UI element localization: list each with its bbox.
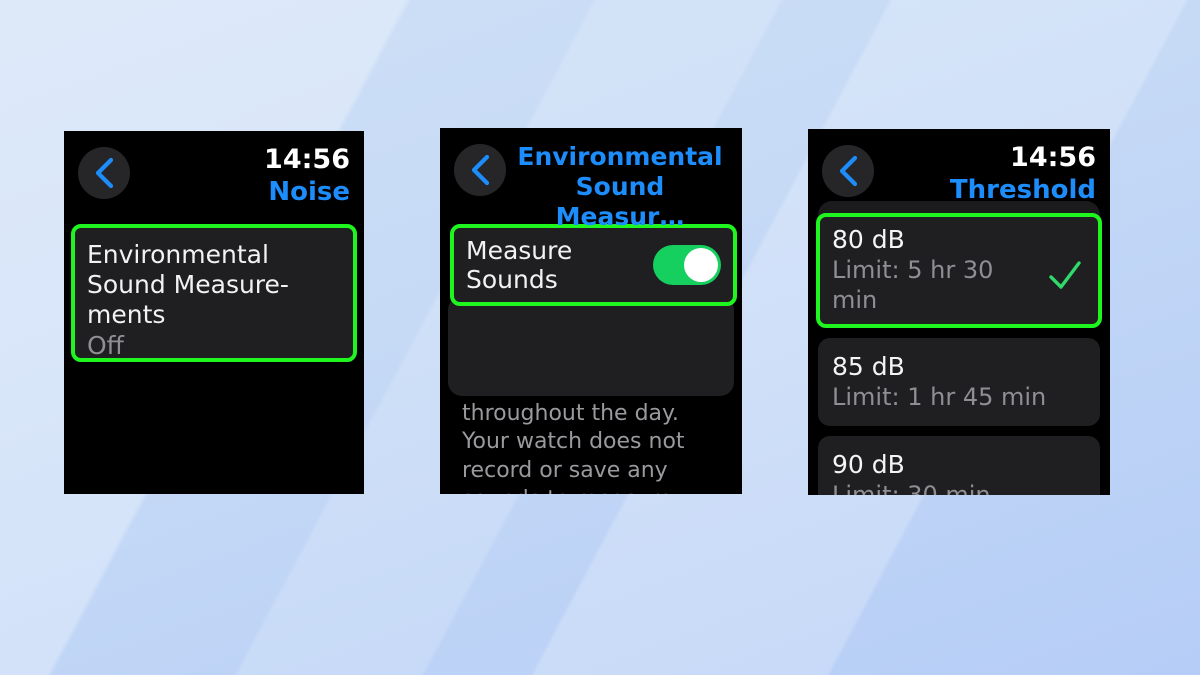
navbar-right: 14:56 Noise [130,145,350,208]
navbar-right: 14:56 Threshold [874,143,1096,206]
threshold-option-85db[interactable]: 85 dB Limit: 1 hr 45 min [818,338,1100,426]
threshold-db-value: 80 dB [832,225,905,254]
threshold-option-list: 80 dB Limit: 5 hr 30 min 85 dB Limit: 1 … [808,213,1110,495]
chevron-left-icon [837,155,859,187]
measure-sounds-row[interactable]: Measure Sounds [450,224,737,306]
threshold-limit-value: Limit: 5 hr 30 min [832,256,994,314]
row-title-line-3: ments [87,300,166,329]
checkmark-icon [1046,256,1084,294]
back-button[interactable] [822,145,874,197]
row-title-line-1: Environmental [87,240,269,269]
page-title-line-2: Sound Measur… [555,172,685,231]
measure-sounds-toggle[interactable] [653,245,721,285]
chevron-left-icon [93,157,115,189]
chevron-left-icon [469,154,491,186]
threshold-db-value: 85 dB [832,351,905,381]
watch-screen-threshold: 14:56 Threshold 80 dB Limit: 5 hr 30 min… [808,129,1110,495]
navbar-noise: 14:56 Noise [64,131,364,217]
threshold-option-text: 90 dB Limit: 30 min [832,449,1088,496]
row-value: Off [87,331,124,360]
row-title-line-2: Sound Measure- [87,270,289,299]
page-title: Noise [268,177,350,207]
threshold-option-text: 80 dB Limit: 5 hr 30 min [832,224,1046,315]
status-clock: 14:56 [1010,142,1096,173]
watch-screen-measure-sounds: Environmental Sound Measur… Measure Soun… [440,128,742,494]
threshold-limit-value: Limit: 1 hr 45 min [832,382,1047,411]
measure-sounds-label-line-2: Sounds [466,265,558,294]
navbar-measure: Environmental Sound Measur… [440,128,742,231]
threshold-option-90db[interactable]: 90 dB Limit: 30 min [818,436,1100,495]
page-title-line-1: Environmental [517,142,723,171]
back-button[interactable] [78,147,130,199]
threshold-option-80db[interactable]: 80 dB Limit: 5 hr 30 min [816,213,1102,328]
watch-screen-noise: 14:56 Noise Environmental Sound Measure-… [64,131,364,494]
navbar-right: Environmental Sound Measur… [506,142,728,232]
navbar-threshold: 14:56 Threshold [808,129,1110,215]
toggle-knob [684,248,718,282]
threshold-limit-value: Limit: 30 min [832,480,991,496]
back-button[interactable] [454,144,506,196]
environmental-sound-measurements-row[interactable]: Environmental Sound Measure- ments Off [71,224,357,362]
page-title: Threshold [949,175,1096,205]
threshold-option-text: 85 dB Limit: 1 hr 45 min [832,351,1088,412]
status-clock: 14:56 [264,144,350,175]
measure-sounds-label: Measure Sounds [466,236,653,294]
measure-sounds-label-line-1: Measure [466,236,573,265]
threshold-db-value: 90 dB [832,449,905,479]
list-background-card [448,296,734,396]
